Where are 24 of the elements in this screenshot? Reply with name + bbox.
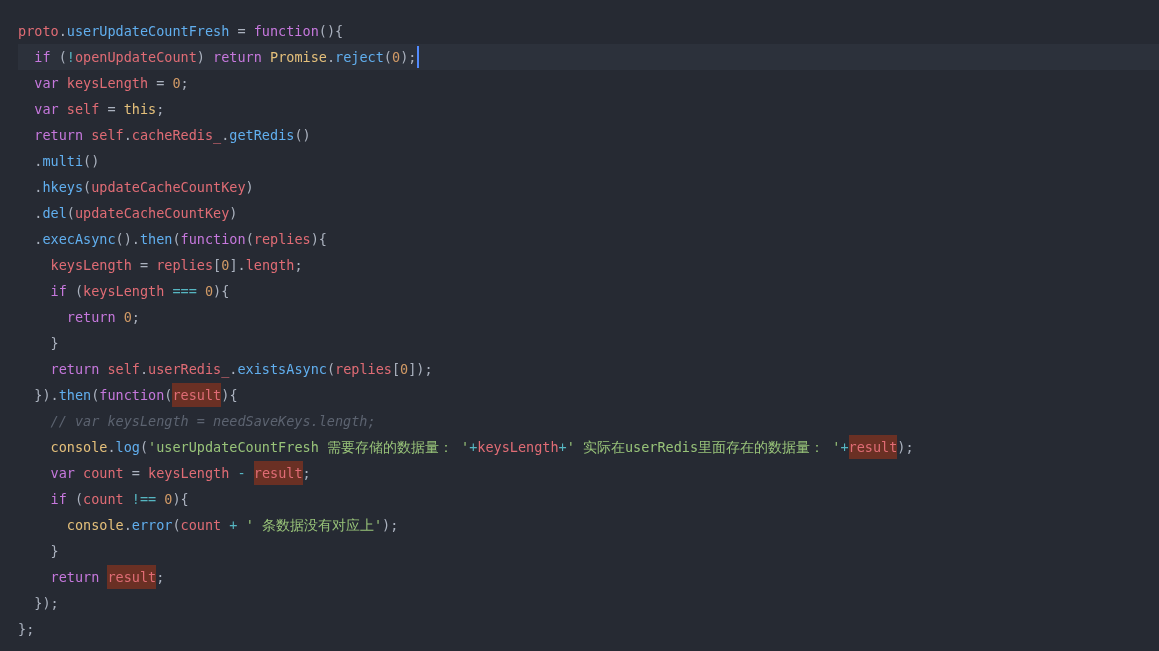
code-line: if (count !== 0){ — [49, 490, 190, 509]
code-line: .del(updateCacheCountKey) — [33, 204, 239, 223]
code-line: .hkeys(updateCacheCountKey) — [33, 178, 255, 197]
code-line: }); — [33, 594, 60, 613]
code-line: }).then(function(result){ — [18, 382, 1159, 408]
code-line: var count = keysLength - result; — [18, 460, 1159, 486]
code-line: return result; — [18, 564, 1159, 590]
code-line: return self.cacheRedis_.getRedis() — [33, 126, 312, 146]
code-line: if (keysLength === 0){ — [49, 282, 231, 301]
code-line: console.log('userUpdateCountFresh 需要存储的数据量： '+keysLength+' 实际在userRedis里面存在的数据量： '+result); — [18, 434, 1159, 460]
code-line: return self.userRedis_.existsAsync(replies[0]); — [49, 360, 434, 380]
code-line: } — [49, 334, 60, 353]
code-line: keysLength = replies[0].length; — [49, 256, 304, 275]
code-line: proto.userUpdateCountFresh = function(){ — [18, 22, 345, 41]
code-line: .execAsync().then(function(replies){ — [33, 230, 328, 249]
code-line: console.error(count + ' 条数据没有对应上'); — [65, 516, 400, 535]
code-line: // var keysLength = needSaveKeys.length; — [49, 412, 377, 431]
code-line: var self = this; — [33, 100, 166, 119]
text-cursor — [417, 46, 420, 68]
code-line: }; — [18, 620, 36, 639]
code-line: } — [49, 542, 60, 561]
code-line: var keysLength = 0; — [33, 74, 190, 93]
code-line: return 0; — [65, 308, 141, 327]
code-line: .multi() — [33, 152, 101, 171]
